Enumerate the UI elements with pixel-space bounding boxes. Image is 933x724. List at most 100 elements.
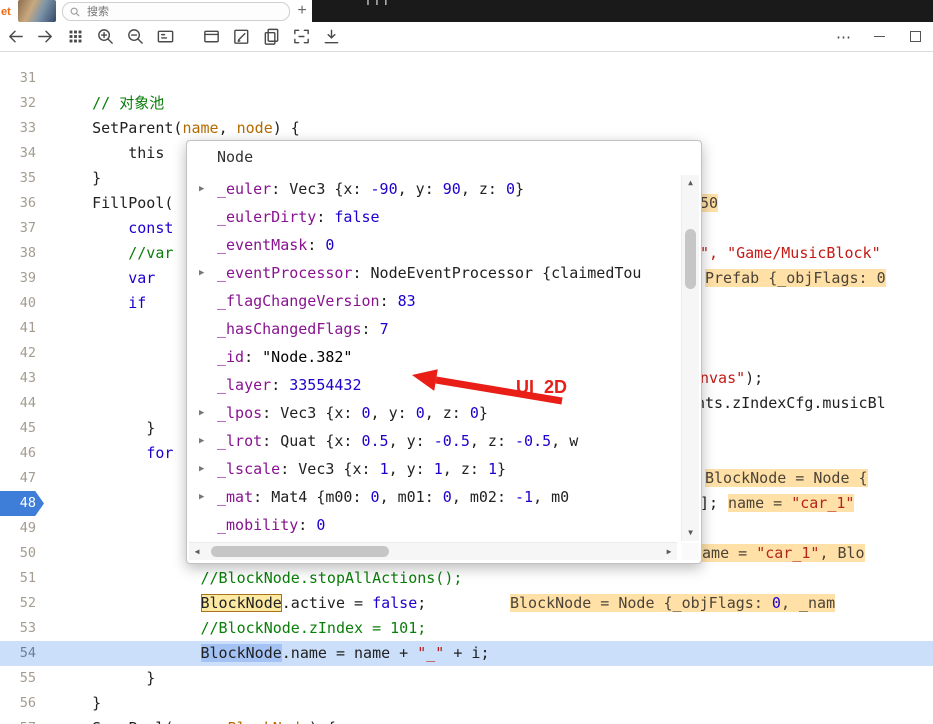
code-token: "_" bbox=[417, 644, 445, 662]
back-button[interactable] bbox=[0, 25, 30, 49]
vertical-scrollbar-thumb[interactable] bbox=[685, 229, 696, 289]
property-colon: : bbox=[316, 208, 335, 226]
gutter-line-number[interactable]: 54 bbox=[0, 641, 44, 666]
property-row[interactable]: _mobility: 0 bbox=[187, 511, 677, 539]
corner-text: et bbox=[1, 6, 11, 18]
code-line[interactable]: //BlockNode.stopAllActions(); bbox=[44, 566, 933, 591]
code-line[interactable]: // 对象池 bbox=[44, 91, 933, 116]
property-name: _eulerDirty bbox=[217, 208, 317, 226]
property-value-token: , y: bbox=[388, 460, 434, 478]
avatar[interactable] bbox=[18, 0, 56, 22]
code-line[interactable]: } bbox=[44, 666, 933, 691]
code-line[interactable]: //BlockNode.zIndex = 101; bbox=[44, 616, 933, 641]
horizontal-scrollbar[interactable]: ◀ ▶ bbox=[189, 542, 677, 560]
open-window-button[interactable] bbox=[196, 25, 226, 49]
copy-page-button[interactable] bbox=[256, 25, 286, 49]
gutter-line-number[interactable]: 48 bbox=[0, 491, 44, 516]
gutter-line-number[interactable]: 34 bbox=[0, 141, 44, 166]
expand-arrow-icon[interactable]: ▶ bbox=[199, 175, 204, 203]
property-row[interactable]: ▶ _mat: Mat4 {m00: 0, m01: 0, m02: -1, m0 bbox=[187, 483, 677, 511]
gutter-line-number[interactable]: 50 bbox=[0, 541, 44, 566]
forward-button[interactable] bbox=[30, 25, 60, 49]
capture-area-button[interactable] bbox=[286, 25, 316, 49]
code-token: const bbox=[128, 219, 174, 237]
gutter-line-number[interactable]: 39 bbox=[0, 266, 44, 291]
property-row[interactable]: _hasChangedFlags: 7 bbox=[187, 315, 677, 343]
overflow-menu-button[interactable]: ⋯ bbox=[827, 28, 861, 46]
new-tab-button[interactable]: + bbox=[294, 0, 310, 22]
property-row[interactable]: ▶ _eventProcessor: NodeEventProcessor {cl… bbox=[187, 259, 677, 287]
code-line[interactable]: } bbox=[44, 691, 933, 716]
gutter-line-number[interactable]: 57 bbox=[0, 716, 44, 724]
property-row[interactable]: _id: "Node.382" bbox=[187, 343, 677, 371]
property-row[interactable]: ▶ _lscale: Vec3 {x: 1, y: 1, z: 1} bbox=[187, 455, 677, 483]
screen-button[interactable] bbox=[150, 25, 180, 49]
expand-arrow-icon[interactable]: ▶ bbox=[199, 455, 204, 483]
code-token: for bbox=[146, 444, 174, 462]
gutter-line-number[interactable]: 35 bbox=[0, 166, 44, 191]
edit-button[interactable] bbox=[226, 25, 256, 49]
property-row[interactable]: ▶ _lrot: Quat {x: 0.5, y: -0.5, z: -0.5, … bbox=[187, 427, 677, 455]
property-value-token: , y: bbox=[388, 432, 434, 450]
vertical-scrollbar[interactable]: ▲ ▼ bbox=[681, 175, 699, 541]
gutter-line-number[interactable]: 38 bbox=[0, 241, 44, 266]
scroll-down-icon[interactable]: ▼ bbox=[682, 525, 699, 541]
code-line[interactable]: SetParent(name, node) { bbox=[44, 116, 933, 141]
zoom-in-button[interactable] bbox=[90, 25, 120, 49]
code-line[interactable]: BlockNode.active = false; BlockNode = Nod… bbox=[44, 591, 933, 616]
gutter-line-number[interactable]: 36 bbox=[0, 191, 44, 216]
scroll-right-icon[interactable]: ▶ bbox=[661, 543, 677, 560]
gutter-line-number[interactable]: 51 bbox=[0, 566, 44, 591]
property-value-token: , y: bbox=[370, 404, 416, 422]
gutter-line-number[interactable]: 31 bbox=[0, 66, 44, 91]
gutter-line-number[interactable]: 53 bbox=[0, 616, 44, 641]
gutter-line-number[interactable]: 41 bbox=[0, 316, 44, 341]
minimize-button[interactable] bbox=[861, 25, 897, 49]
apps-grid-button[interactable] bbox=[60, 25, 90, 49]
property-row[interactable]: _layer: 33554432 bbox=[187, 371, 677, 399]
property-row[interactable]: _flagChangeVersion: 83 bbox=[187, 287, 677, 315]
tab-title[interactable]: TTT bbox=[364, 0, 933, 8]
code-token: // 对象池 bbox=[92, 94, 165, 112]
gutter-line-number[interactable]: 46 bbox=[0, 441, 44, 466]
gutter-line-number[interactable]: 42 bbox=[0, 341, 44, 366]
code-line[interactable]: BlockNode.name = name + "_" + i; bbox=[44, 641, 933, 666]
scroll-left-icon[interactable]: ◀ bbox=[189, 543, 205, 560]
gutter-line-number[interactable]: 37 bbox=[0, 216, 44, 241]
code-line[interactable]: SavePool(name, BlockNode) { bbox=[44, 716, 933, 724]
gutter-line-number[interactable]: 47 bbox=[0, 466, 44, 491]
property-row[interactable]: ▶ _euler: Vec3 {x: -90, y: 90, z: 0} bbox=[187, 175, 677, 203]
gutter-line-number[interactable]: 40 bbox=[0, 291, 44, 316]
gutter-line-number[interactable]: 49 bbox=[0, 516, 44, 541]
property-row[interactable]: _eulerDirty: false bbox=[187, 203, 677, 231]
code-line[interactable] bbox=[44, 66, 933, 91]
property-value-token: -0.5 bbox=[515, 432, 552, 450]
gutter-line-number[interactable]: 33 bbox=[0, 116, 44, 141]
property-row[interactable]: ▶ _lpos: Vec3 {x: 0, y: 0, z: 0} bbox=[187, 399, 677, 427]
gutter-line-number[interactable]: 52 bbox=[0, 591, 44, 616]
expand-arrow-icon[interactable]: ▶ bbox=[199, 399, 204, 427]
gutter-line-number[interactable]: 55 bbox=[0, 666, 44, 691]
code-fragment: BlockNode = Node {_objFlags: 0, _nam bbox=[510, 591, 836, 616]
gutter-line-number[interactable]: 45 bbox=[0, 416, 44, 441]
scroll-up-icon[interactable]: ▲ bbox=[682, 175, 699, 191]
expand-arrow-icon[interactable]: ▶ bbox=[199, 259, 204, 287]
maximize-button[interactable] bbox=[897, 25, 933, 49]
download-button[interactable] bbox=[316, 25, 346, 49]
search-input[interactable] bbox=[85, 4, 269, 19]
property-value-token: Vec3 {x: bbox=[280, 404, 362, 422]
capture-area-icon bbox=[293, 29, 309, 44]
property-row[interactable]: _eventMask: 0 bbox=[187, 231, 677, 259]
gutter-line-number[interactable]: 56 bbox=[0, 691, 44, 716]
gutter-line-number[interactable]: 43 bbox=[0, 366, 44, 391]
zoom-out-button[interactable] bbox=[120, 25, 150, 49]
expand-arrow-icon[interactable]: ▶ bbox=[199, 483, 204, 511]
property-colon: : bbox=[298, 516, 317, 534]
gutter-line-number[interactable]: 32 bbox=[0, 91, 44, 116]
property-value-token: 0 bbox=[506, 180, 516, 198]
horizontal-scrollbar-thumb[interactable] bbox=[211, 546, 389, 557]
expand-arrow-icon[interactable]: ▶ bbox=[199, 427, 204, 455]
search-box[interactable] bbox=[62, 2, 290, 21]
gutter-line-number[interactable]: 44 bbox=[0, 391, 44, 416]
